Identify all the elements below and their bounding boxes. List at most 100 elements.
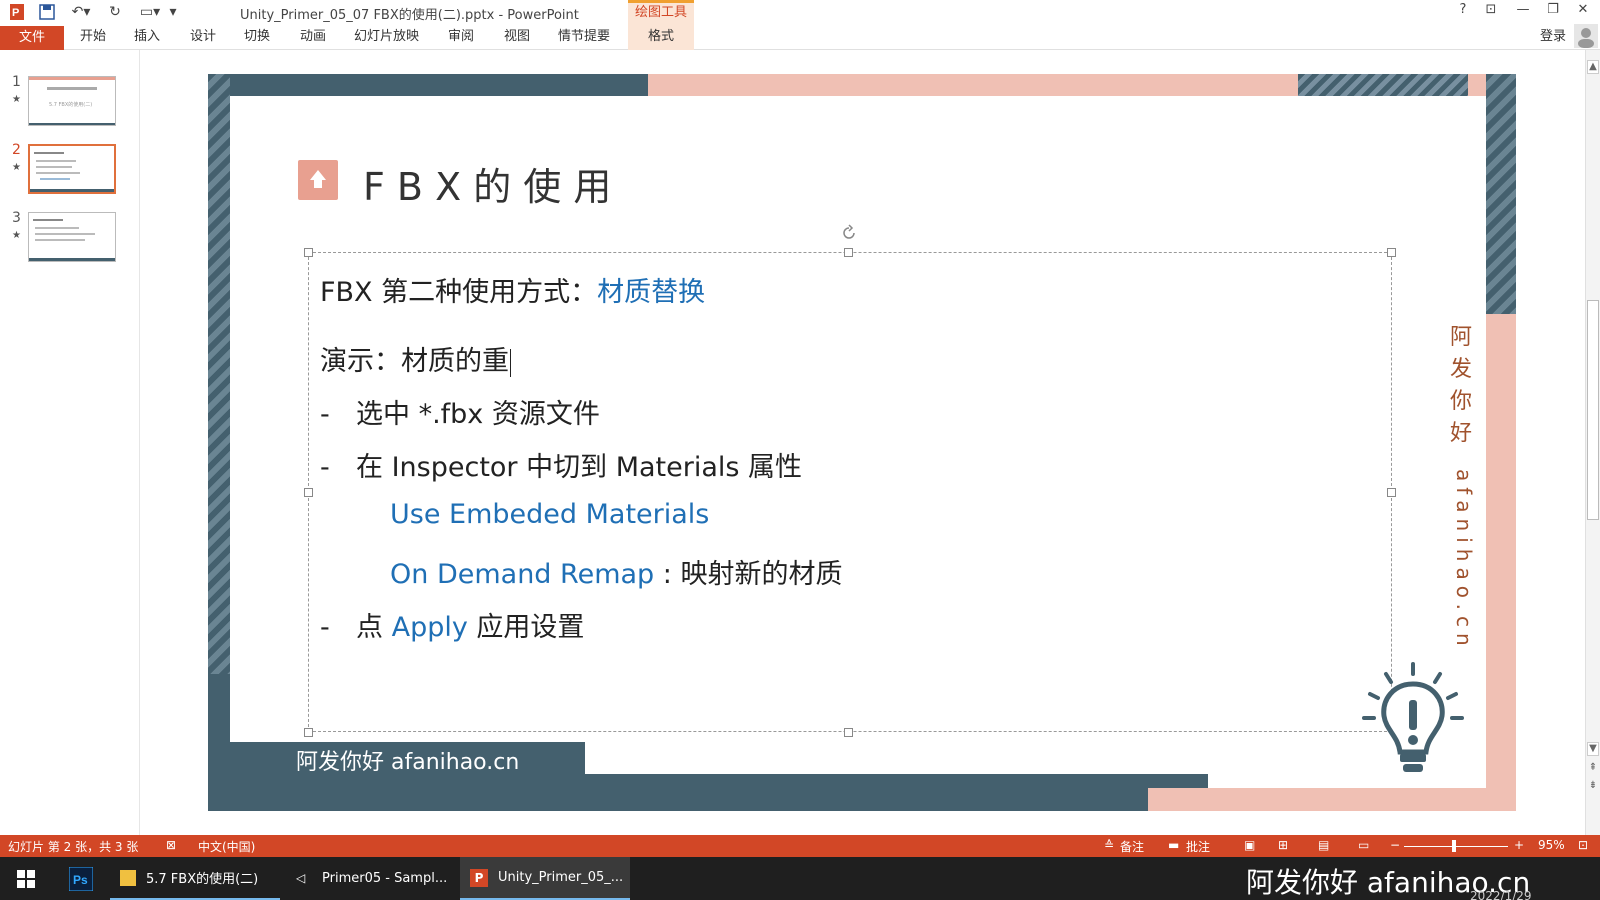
visual-studio-icon: ◁ — [296, 870, 306, 885]
minimize-icon[interactable]: — — [1512, 2, 1534, 22]
slide-canvas[interactable]: F B X 的 使 用 FBX 第二种使用方式：材质替换 演示：材质的重 - 选中… — [208, 74, 1516, 811]
slide-sorter-icon[interactable]: ⊞ — [1278, 838, 1288, 852]
customize-qat-icon[interactable]: ▾ — [166, 2, 180, 22]
zoom-level[interactable]: 95% — [1538, 838, 1565, 852]
close-icon[interactable]: ✕ — [1572, 2, 1594, 22]
resize-handle[interactable] — [1387, 248, 1396, 257]
reading-view-icon[interactable]: ▤ — [1318, 838, 1329, 852]
tab-review[interactable]: 审阅 — [448, 27, 474, 47]
resize-handle[interactable] — [304, 248, 313, 257]
tab-file[interactable]: 文件 — [0, 26, 64, 50]
bullet-dash: - — [320, 452, 330, 483]
side-char: 你 — [1449, 389, 1472, 414]
text-cursor — [510, 348, 511, 377]
lightbulb-icon — [1358, 662, 1468, 782]
tab-insert[interactable]: 插入 — [134, 27, 160, 47]
thumb-line — [34, 152, 64, 154]
taskbar-date: 2022/1/29 — [1470, 889, 1532, 900]
frame-bottom-pink — [1148, 788, 1516, 811]
zoom-slider-thumb[interactable] — [1452, 840, 1456, 852]
zoom-in-icon[interactable]: + — [1514, 838, 1524, 852]
tab-format[interactable]: 格式 — [628, 24, 694, 50]
windows-start-icon[interactable] — [0, 857, 52, 900]
thumb-line — [35, 227, 79, 229]
ribbon-tabs: 文件 开始 插入 设计 切换 动画 幻灯片放映 审阅 视图 情节提要 格式 登录 — [0, 24, 1600, 50]
redo-icon[interactable]: ↻ — [104, 2, 126, 22]
line1-highlight: 材质替换 — [597, 277, 706, 308]
resize-handle[interactable] — [304, 488, 313, 497]
spellcheck-icon[interactable]: ⊠ — [166, 838, 176, 852]
thumb-accent — [30, 189, 114, 192]
document-title: Unity_Primer_05_07 FBX的使用(二).pptx - Powe… — [240, 8, 579, 23]
taskbar-label: Primer05 - Sampl... — [322, 871, 448, 886]
slideshow-view-icon[interactable]: ▭ — [1358, 838, 1369, 852]
resize-handle[interactable] — [844, 248, 853, 257]
line1-prefix: FBX 第二种使用方式： — [320, 277, 598, 308]
comments-button[interactable]: 批注 — [1186, 838, 1210, 855]
tab-design[interactable]: 设计 — [190, 27, 216, 47]
frame-right-stripes — [1486, 74, 1516, 324]
zoom-out-icon[interactable]: − — [1390, 838, 1400, 852]
content-line-1: FBX 第二种使用方式：材质替换 — [320, 270, 705, 309]
slide-thumbnail-3[interactable] — [28, 212, 116, 262]
slide-thumbnail-1[interactable]: 5.7 FBX的使用(二) — [28, 76, 116, 126]
rotate-handle-icon[interactable] — [840, 224, 858, 242]
comments-icon[interactable]: ▬ — [1168, 838, 1179, 852]
photoshop-taskbar-icon[interactable]: Ps — [56, 857, 106, 900]
taskbar-item-explorer[interactable]: 5.7 FBX的使用(二) — [110, 857, 280, 900]
thumb-line — [35, 239, 85, 241]
scroll-down-icon[interactable]: ▼ — [1587, 742, 1599, 756]
vertical-scrollbar[interactable]: ▲ ▼ ⇞ ⇟ — [1585, 50, 1600, 835]
slide-title: F B X 的 使 用 — [363, 165, 612, 209]
side-char: 阿 — [1449, 325, 1472, 350]
tab-home[interactable]: 开始 — [80, 27, 106, 47]
notes-button[interactable]: 备注 — [1120, 838, 1144, 855]
thumb-line — [33, 219, 63, 221]
content-line-2: 演示：材质的重 — [320, 339, 511, 378]
tab-animations[interactable]: 动画 — [300, 27, 326, 47]
user-avatar-icon[interactable] — [1574, 24, 1600, 50]
tab-slideshow[interactable]: 幻灯片放映 — [354, 27, 419, 47]
taskbar-item-powerpoint[interactable]: P Unity_Primer_05_... — [460, 857, 630, 900]
frame-bottom-teal — [208, 774, 1208, 811]
sub2-rest: : 映射新的材质 — [654, 559, 843, 590]
slide-thumbnails-pane: 1 ★ 5.7 FBX的使用(二) 2 ★ 3 ★ — [0, 50, 140, 835]
notes-icon[interactable]: ≙ — [1104, 838, 1114, 852]
slideshow-icon[interactable]: ▭▾ — [136, 2, 164, 22]
scroll-up-icon[interactable]: ▲ — [1587, 60, 1599, 74]
bullet-1-text: 选中 *.fbx 资源文件 — [356, 399, 600, 430]
login-link[interactable]: 登录 — [1540, 27, 1566, 47]
resize-handle[interactable] — [1387, 488, 1396, 497]
zoom-slider[interactable] — [1404, 846, 1508, 847]
line2-text: 演示：材质的重 — [320, 346, 509, 377]
previous-slide-icon[interactable]: ⇞ — [1587, 762, 1599, 776]
resize-handle[interactable] — [844, 728, 853, 737]
content-textbox[interactable] — [308, 252, 1392, 732]
scroll-thumb[interactable] — [1587, 300, 1599, 520]
normal-view-icon[interactable]: ▣ — [1244, 838, 1255, 852]
frame-left-stripes — [208, 74, 230, 674]
thumb-accent — [29, 258, 115, 261]
thumb-line — [47, 87, 97, 90]
sub-item-2: On Demand Remap : 映射新的材质 — [390, 552, 842, 591]
taskbar-item-visualstudio[interactable]: ◁ Primer05 - Sampl... — [286, 857, 456, 900]
tab-storyboarding[interactable]: 情节提要 — [558, 27, 610, 47]
save-icon[interactable] — [36, 2, 58, 22]
tab-transitions[interactable]: 切换 — [244, 27, 270, 47]
bullet-1: - 选中 *.fbx 资源文件 — [320, 392, 600, 431]
bullet3-rest: 应用设置 — [467, 612, 585, 643]
powerpoint-logo-icon: P — [6, 2, 28, 22]
fit-slide-icon[interactable]: ⊡ — [1578, 838, 1588, 852]
language-indicator[interactable]: 中文(中国) — [198, 838, 255, 855]
help-icon[interactable]: ? — [1452, 2, 1474, 22]
thumb-caption: 5.7 FBX的使用(二) — [49, 102, 93, 108]
restore-icon[interactable]: ❐ — [1542, 2, 1564, 22]
thumb-number: 2 — [12, 142, 21, 158]
drawing-tools-label: 绘图工具 — [628, 0, 694, 24]
ribbon-display-icon[interactable]: ⊡ — [1480, 2, 1502, 22]
slide-thumbnail-2[interactable] — [28, 144, 116, 194]
undo-icon[interactable]: ↶▾ — [66, 2, 96, 22]
tab-view[interactable]: 视图 — [504, 27, 530, 47]
next-slide-icon[interactable]: ⇟ — [1587, 780, 1599, 794]
resize-handle[interactable] — [304, 728, 313, 737]
